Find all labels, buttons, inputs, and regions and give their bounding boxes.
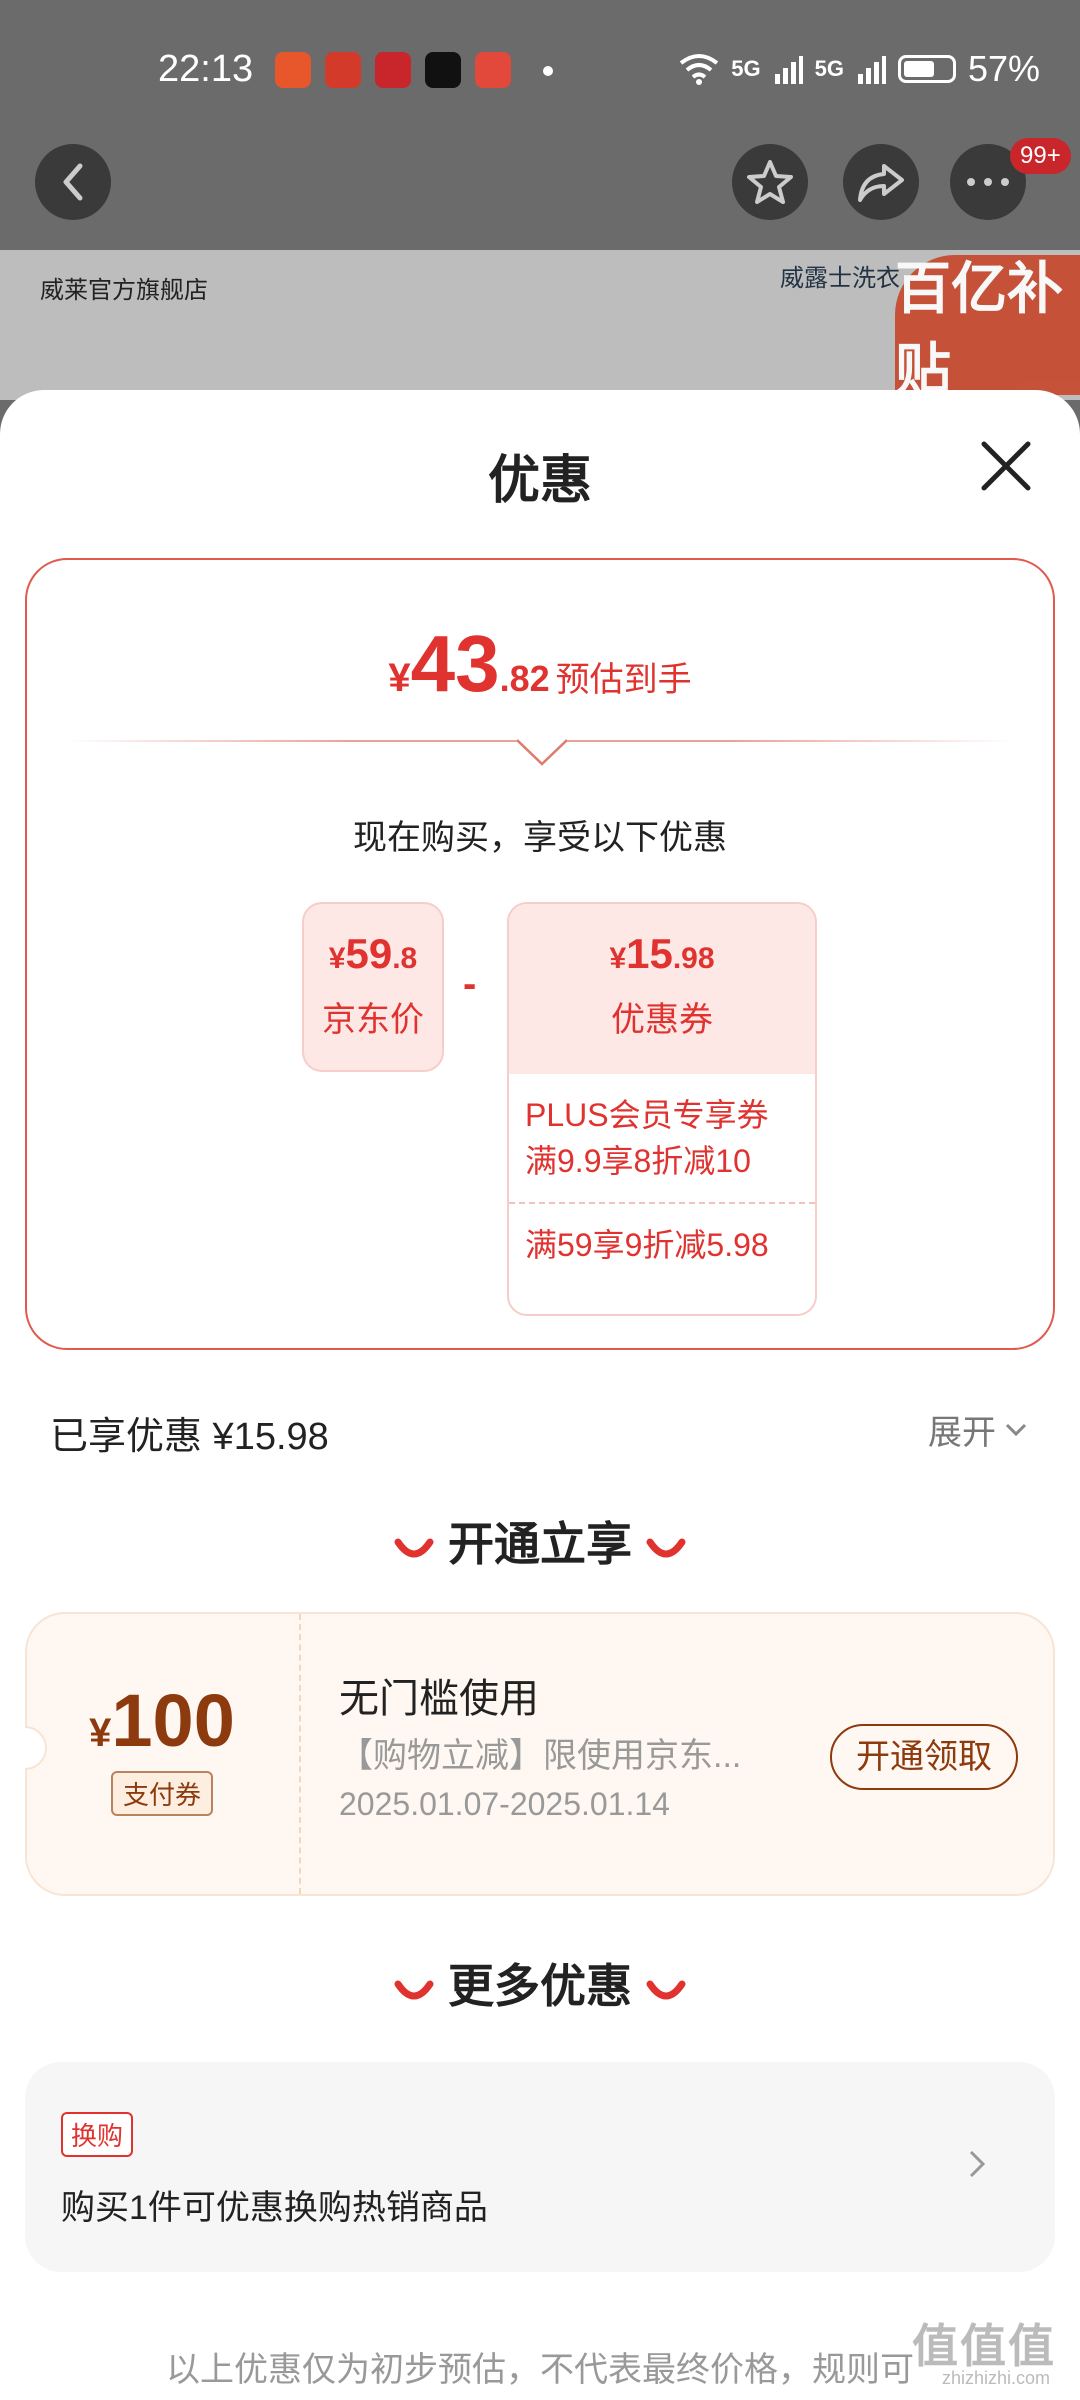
coupon-box: ¥15.98 优惠券 PLUS会员专享券 满9.9享8折减10 满59享9折减5…: [507, 902, 817, 1316]
jd-currency: ¥: [328, 942, 346, 975]
second-store-name: 威露士洗衣: [780, 265, 900, 292]
activate-claim-button[interactable]: 开通领取: [830, 1724, 1018, 1790]
signal-1-label: 5G: [731, 56, 761, 81]
close-icon[interactable]: [978, 438, 1034, 494]
coupon-description: 【购物立减】限使用京东...: [339, 1737, 742, 1775]
watermark-url: zhizhizhi.com: [941, 2368, 1050, 2388]
exchange-text: 购买1件可优惠换购热销商品: [61, 2189, 488, 2227]
status-time: 22:13: [158, 48, 254, 90]
expand-label: 展开: [928, 1414, 996, 1452]
jd-price-label: 京东价: [322, 1001, 424, 1039]
coupon-amount: ¥100: [27, 1678, 297, 1763]
pointer-notch-icon: [517, 739, 567, 766]
tiktok-icon: [425, 52, 461, 88]
signal-2-label: 5G: [814, 56, 844, 81]
price-breakdown-card: ¥43.82 预估到手 现在购买，享受以下优惠 ¥59.8 京东价 - ¥15.9…: [25, 558, 1055, 1350]
estimated-label: 预估到手: [555, 661, 692, 699]
section-more-title: 更多优惠: [0, 1950, 1080, 2016]
share-button[interactable]: [843, 144, 919, 220]
coupon-price-value: ¥15.98: [509, 904, 815, 978]
message-badge: 99+: [1010, 138, 1071, 174]
exchange-tag: 换购: [61, 2112, 134, 2157]
payment-coupon-tag: 支付券: [110, 1771, 213, 1816]
estimated-price: ¥43.82 预估到手: [27, 618, 1053, 710]
exchange-purchase-row[interactable]: 换购 购买1件可优惠换购热销商品: [25, 2062, 1055, 2272]
coupon-integer: 15: [626, 930, 673, 977]
notification-icons: [275, 52, 553, 88]
share-icon: [858, 164, 904, 202]
coupon-amount-section: ¥100 支付券: [27, 1614, 297, 1894]
app-notification-icon: [325, 52, 361, 88]
coupon-validity: 2025.01.07-2025.01.14: [339, 1786, 670, 1822]
estimated-currency: ¥: [388, 656, 411, 700]
section-more-label: 更多优惠: [448, 1960, 632, 2012]
battery-icon: [897, 55, 956, 83]
signal-icon: [857, 56, 886, 84]
back-button[interactable]: [35, 144, 111, 220]
jd-decimal: .8: [392, 942, 418, 975]
favorite-button[interactable]: [732, 144, 808, 220]
app-notification-icon: [475, 52, 511, 88]
coupon-currency: ¥: [609, 942, 627, 975]
coupon-amount-value: 100: [111, 1679, 235, 1762]
enjoyed-discount: 已享优惠 ¥15.98: [50, 1416, 329, 1458]
section-open-title: 开通立享: [0, 1508, 1080, 1574]
battery-percent: 57%: [967, 48, 1040, 89]
smile-decoration-icon: [394, 1538, 434, 1558]
jd-integer: 59: [345, 930, 393, 977]
chevron-down-icon: [1005, 1423, 1027, 1436]
coupon-item-plus: PLUS会员专享券 满9.9享8折减10: [525, 1097, 769, 1179]
store-name: 威莱官方旗舰店: [40, 277, 208, 304]
back-arrow-icon: [63, 163, 83, 201]
coupon-title: 无门槛使用: [339, 1677, 539, 1721]
jd-price-box: ¥59.8 京东价: [302, 902, 444, 1072]
status-bar: 22:13 5G 5G 57%: [0, 0, 1080, 140]
discount-sheet: 优惠 ¥43.82 预估到手 现在购买，享受以下优惠 ¥59.8 京东价 - ¥1…: [0, 390, 1080, 2400]
status-right: 5G 5G 57%: [679, 48, 1040, 90]
smile-decoration-icon: [394, 1980, 434, 2000]
estimated-integer: 43: [410, 619, 500, 708]
coupon-decimal: .98: [672, 942, 715, 975]
payment-coupon-card: ¥100 支付券 无门槛使用 【购物立减】限使用京东... 2025.01.07…: [25, 1612, 1055, 1896]
app-notification-icon: [275, 52, 311, 88]
signal-icon: [774, 56, 803, 84]
buy-now-text: 现在购买，享受以下优惠: [353, 819, 727, 857]
more-dots-icon: [967, 178, 1009, 186]
coupon-item-discount: 满59享9折减5.98: [525, 1227, 769, 1263]
promo-badge: 百亿补贴: [895, 255, 1080, 401]
more-notifications-icon: [543, 66, 553, 76]
app-notification-icon: [375, 52, 411, 88]
expand-button[interactable]: 展开: [928, 1405, 1028, 1454]
estimated-decimal: .82: [499, 658, 550, 699]
coupon-amount-currency: ¥: [89, 1711, 112, 1755]
coupon-head: ¥15.98 优惠券: [509, 904, 815, 1074]
jd-price-value: ¥59.8: [304, 930, 442, 978]
smile-decoration-icon: [646, 1538, 686, 1558]
coupon-divider: [299, 1614, 301, 1894]
minus-sign: -: [463, 962, 477, 1006]
smile-decoration-icon: [646, 1980, 686, 2000]
watermark-logo: 值值值: [912, 2320, 1056, 2372]
section-open-label: 开通立享: [448, 1518, 632, 1570]
sheet-title: 优惠: [487, 452, 592, 510]
chevron-right-icon: [969, 2150, 986, 2178]
star-icon: [747, 160, 793, 204]
wifi-icon: [679, 54, 719, 85]
coupon-label: 优惠券: [611, 1001, 713, 1039]
